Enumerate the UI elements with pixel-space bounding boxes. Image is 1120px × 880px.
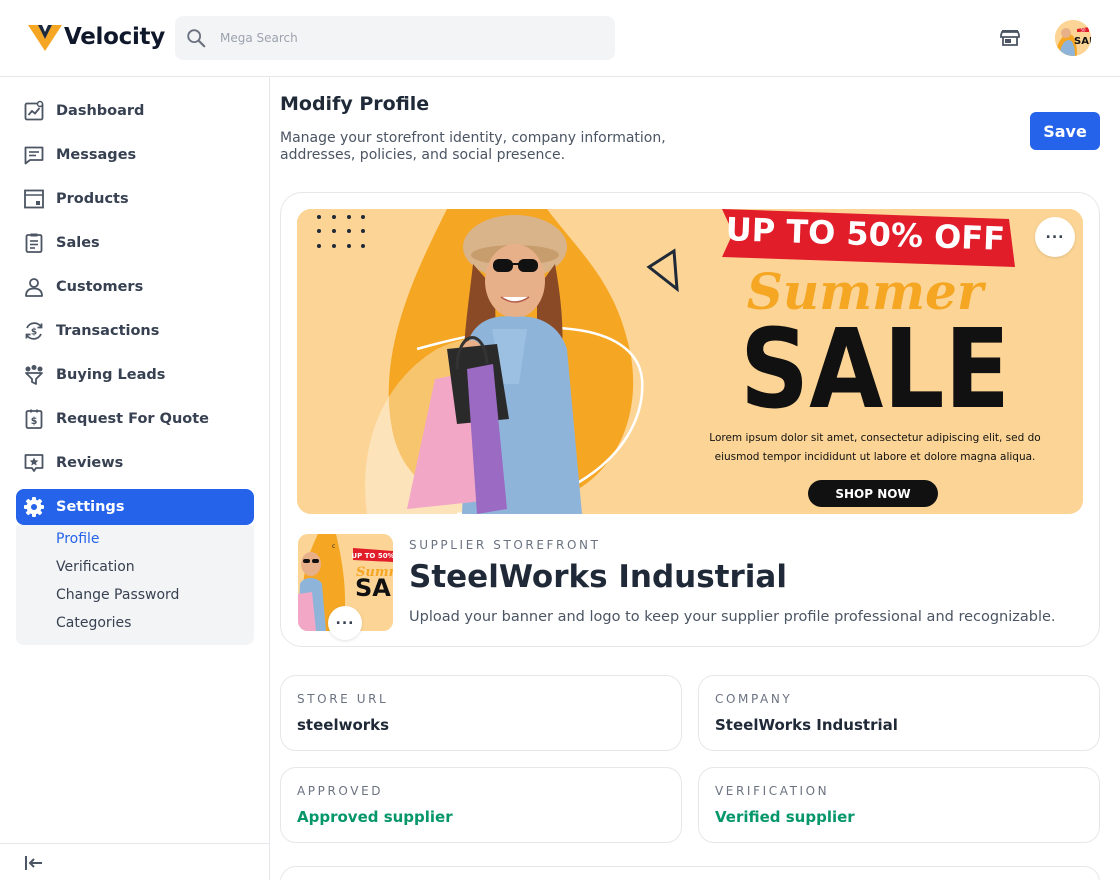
svg-text:SAI: SAI bbox=[1074, 36, 1091, 47]
sidebar-item-label: Settings bbox=[56, 499, 125, 515]
settings-icon bbox=[23, 496, 45, 518]
settings-submenu: Profile Verification Change Password Cat… bbox=[16, 525, 254, 645]
sidebar-item-label: Dashboard bbox=[56, 103, 145, 119]
transactions-icon: $ bbox=[23, 320, 45, 342]
sidebar-item-request-for-quote[interactable]: $ Request For Quote bbox=[16, 401, 254, 437]
mega-search bbox=[175, 16, 615, 60]
submenu-item-verification[interactable]: Verification bbox=[56, 559, 135, 575]
app-logo[interactable]: Velocity bbox=[28, 22, 165, 52]
customers-icon bbox=[23, 276, 45, 298]
svg-text:c: c bbox=[332, 543, 335, 550]
more-options-icon: ... bbox=[1045, 226, 1065, 242]
sidebar-item-label: Transactions bbox=[56, 323, 160, 339]
svg-text:$: $ bbox=[31, 416, 38, 427]
submenu-item-categories[interactable]: Categories bbox=[56, 615, 131, 631]
info-value: SteelWorks Industrial bbox=[715, 716, 898, 734]
sidebar-item-label: Sales bbox=[56, 235, 100, 251]
svg-text:Lorem ipsum dolor sit amet, co: Lorem ipsum dolor sit amet, consectetur … bbox=[709, 432, 1040, 444]
svg-text:$: $ bbox=[31, 328, 37, 338]
page-description: Manage your storefront identity, company… bbox=[280, 130, 666, 163]
search-input[interactable] bbox=[220, 31, 580, 45]
banner-options-button[interactable]: ... bbox=[1035, 217, 1075, 257]
sidebar-item-label: Products bbox=[56, 191, 129, 207]
info-label: STORE URL bbox=[297, 692, 389, 706]
collapse-sidebar-icon[interactable] bbox=[23, 852, 45, 874]
velocity-logo-icon bbox=[28, 25, 62, 51]
dashboard-icon bbox=[23, 100, 45, 122]
next-section-card bbox=[280, 866, 1100, 880]
approved-card: APPROVED Approved supplier bbox=[280, 767, 682, 843]
sidebar-item-label: Buying Leads bbox=[56, 367, 166, 383]
sidebar-item-reviews[interactable]: Reviews bbox=[16, 445, 254, 481]
svg-text:eiusmod tempor incididunt ut l: eiusmod tempor incididunt ut labore et d… bbox=[715, 451, 1036, 463]
reviews-icon bbox=[23, 452, 45, 474]
sidebar-divider bbox=[0, 843, 270, 844]
sidebar-item-sales[interactable]: Sales bbox=[16, 225, 254, 261]
info-label: APPROVED bbox=[297, 784, 384, 798]
sidebar-item-transactions[interactable]: $ Transactions bbox=[16, 313, 254, 349]
search-icon bbox=[187, 29, 206, 48]
sidebar-item-settings[interactable]: Settings bbox=[16, 489, 254, 525]
sidebar-item-label: Customers bbox=[56, 279, 144, 295]
sidebar-item-products[interactable]: Products bbox=[16, 181, 254, 217]
store-help-text: Upload your banner and logo to keep your… bbox=[409, 609, 1056, 625]
messages-icon bbox=[23, 144, 45, 166]
products-icon bbox=[23, 188, 45, 210]
submenu-item-change-password[interactable]: Change Password bbox=[56, 587, 179, 603]
svg-text:UP TO 50%: UP TO 50% bbox=[351, 552, 393, 560]
logo-options-button[interactable]: ... bbox=[328, 606, 362, 640]
request-for-quote-icon: $ bbox=[23, 408, 45, 430]
company-card: COMPANY SteelWorks Industrial bbox=[698, 675, 1100, 751]
info-label: VERIFICATION bbox=[715, 784, 830, 798]
sidebar-item-messages[interactable]: Messages bbox=[16, 137, 254, 173]
sidebar-item-customers[interactable]: Customers bbox=[16, 269, 254, 305]
save-button[interactable]: Save bbox=[1030, 112, 1100, 150]
store-url-card: STORE URL steelworks bbox=[280, 675, 682, 751]
sidebar-item-dashboard[interactable]: Dashboard bbox=[16, 93, 254, 129]
sidebar-item-label: Messages bbox=[56, 147, 137, 163]
store-name: SteelWorks Industrial bbox=[409, 559, 787, 595]
sales-icon bbox=[23, 232, 45, 254]
page-title: Modify Profile bbox=[280, 93, 430, 115]
sidebar-item-label: Request For Quote bbox=[56, 411, 210, 427]
svg-text:SAL: SAL bbox=[355, 574, 393, 602]
svg-text:50: 50 bbox=[1080, 28, 1086, 33]
storefront-icon[interactable] bbox=[998, 26, 1022, 50]
storefront-card: UP TO 50% OFF Summer SALE Lorem ipsum do… bbox=[280, 192, 1100, 647]
approved-status: Approved supplier bbox=[297, 808, 453, 826]
storefront-eyebrow: SUPPLIER STOREFRONT bbox=[409, 538, 601, 552]
sidebar-item-buying-leads[interactable]: Buying Leads bbox=[16, 357, 254, 393]
more-options-icon: ... bbox=[335, 612, 355, 628]
sidebar-item-label: Reviews bbox=[56, 455, 124, 471]
top-header: Velocity 50 SAI bbox=[0, 0, 1120, 77]
info-label: COMPANY bbox=[715, 692, 793, 706]
sidebar: Dashboard Messages Products Sales Custom… bbox=[0, 77, 270, 880]
submenu-item-profile[interactable]: Profile bbox=[56, 531, 100, 547]
verification-status: Verified supplier bbox=[715, 808, 855, 826]
svg-text:SHOP NOW: SHOP NOW bbox=[835, 487, 910, 501]
verification-card: VERIFICATION Verified supplier bbox=[698, 767, 1100, 843]
user-avatar[interactable]: 50 SAI bbox=[1055, 20, 1091, 56]
svg-text:SALE: SALE bbox=[740, 305, 1010, 433]
storefront-banner[interactable]: UP TO 50% OFF Summer SALE Lorem ipsum do… bbox=[297, 209, 1083, 514]
info-value: steelworks bbox=[297, 716, 390, 734]
buying-leads-icon bbox=[23, 364, 45, 386]
app-name: Velocity bbox=[64, 24, 165, 50]
